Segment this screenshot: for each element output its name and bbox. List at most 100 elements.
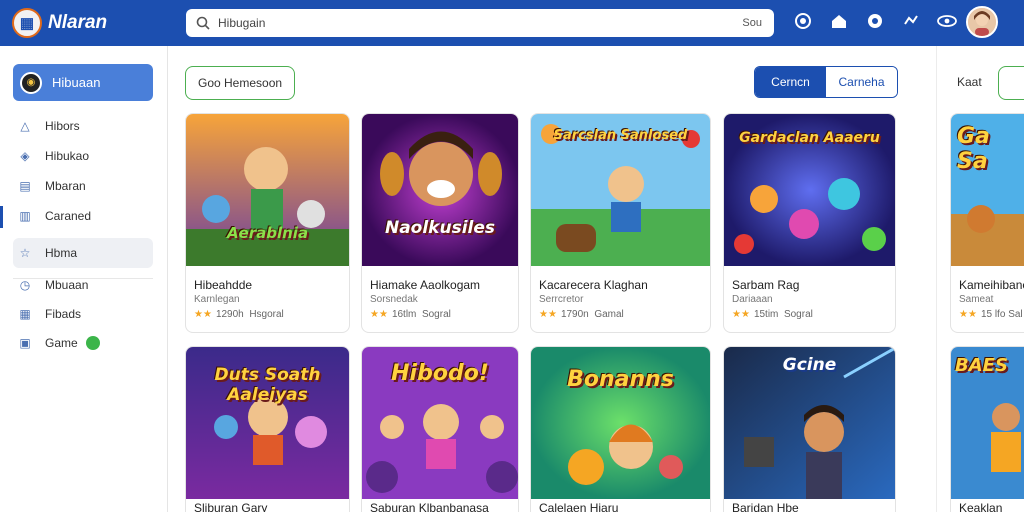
game-card[interactable]: Duts Soath Aaleiyas Sliburan Gary [185, 346, 350, 512]
game-status-icon [85, 336, 100, 350]
game-thumbnail: Sarcslan Sanlosed [531, 114, 710, 266]
card-subtitle: Sorsnedak [370, 294, 418, 305]
sidebar-item-4[interactable]: ▥ Caraned [13, 201, 153, 231]
sidebar-item-label: Hibukao [45, 149, 90, 163]
card-rating: 15 lfo [980, 309, 1006, 320]
card-category: Sal [1008, 309, 1023, 320]
game-thumbnail: Hibodo! [362, 347, 518, 499]
card-rating: 1290h [215, 309, 244, 320]
game-card[interactable]: Bonanns Calelaen Hiaru [530, 346, 711, 512]
right-filter-chip[interactable] [998, 66, 1024, 100]
game-card[interactable]: Hibodo! Saburan Klbanbanasa [361, 346, 519, 512]
game-card[interactable]: Gardaclan Aaaeru Sarbam Rag Dariaaan ★★ 1… [723, 113, 896, 333]
card-title: Sliburan Gary [194, 501, 268, 512]
sidebar-item-3[interactable]: ▤ Mbaran [13, 171, 153, 201]
game-thumbnail: Naolkusiles [362, 114, 518, 266]
gamepad-icon: ▣ [19, 336, 31, 350]
art-title: Gardaclan Aaaeru [739, 130, 880, 146]
sidebar-item-label: Hibuaan [52, 75, 101, 90]
card-subtitle: Serrcretor [539, 294, 584, 305]
search-bar: Sou [186, 9, 774, 37]
book-icon: ▥ [19, 209, 31, 223]
card-category: Sogral [783, 309, 813, 320]
toggle-left[interactable]: Cerncn [755, 67, 826, 97]
sidebar-item-7[interactable]: ▦ Fibads [13, 299, 153, 329]
sidebar-item-1[interactable]: △ Hibors [13, 111, 153, 141]
art-title: Ga Sa [957, 124, 990, 174]
card-title: Calelaen Hiaru [539, 501, 619, 512]
grid-icon: ▦ [19, 307, 31, 321]
sidebar-item-5[interactable]: ☆ Hbma [13, 238, 153, 268]
art-title: Aerablnia [226, 224, 309, 242]
card-title: Hiamake Aaolkogam [370, 278, 481, 292]
art-title: Naolkusiles [384, 218, 496, 238]
user-avatar[interactable] [966, 6, 998, 38]
game-thumbnail: Bonanns [531, 347, 710, 499]
game-thumbnail: BAES [951, 347, 1024, 499]
triangle-icon: △ [20, 119, 30, 133]
search-input[interactable] [218, 16, 718, 30]
top-bar: ▦ Nlaran Sou [0, 0, 1024, 46]
game-card[interactable]: Aerablnia Hibeahdde Karnlegan ★★ 1290h Hs… [185, 113, 350, 333]
eye-icon[interactable] [934, 8, 960, 34]
card-rating: 15tim [753, 309, 779, 320]
logo-text: Nlaran [48, 12, 108, 33]
sidebar-item-2[interactable]: ◈ Hibukao [13, 141, 153, 171]
card-meta: ★★ 15 lfo Sal [959, 309, 1023, 320]
art-title: Bonanns [567, 367, 674, 392]
home-icon[interactable] [826, 8, 852, 34]
sidebar: ◉ Hibuaan △ Hibors ◈ Hibukao ▤ Mbaran ▥ … [0, 46, 168, 512]
art-title: Sarcslan Sanlosed [553, 128, 688, 143]
card-meta: ★★ 1290h Hsgoral [194, 309, 284, 320]
game-thumbnail: Aerablnia [186, 114, 349, 266]
view-toggle: Cerncn Carneha [754, 66, 898, 98]
right-panel-label: Kaat [957, 75, 982, 89]
filter-chip[interactable]: Goo Hemesoon [185, 66, 296, 100]
card-title: Keaklan [959, 501, 1003, 512]
rating-stars-icon: ★★ [539, 309, 557, 320]
sidebar-item-label: Hbma [45, 246, 78, 260]
column-divider [936, 46, 937, 512]
card-title: Hibeahdde [194, 278, 253, 292]
toggle-right[interactable]: Carneha [826, 67, 897, 97]
game-thumbnail: Ga Sa [951, 114, 1024, 266]
settings-icon[interactable] [898, 8, 924, 34]
sidebar-item-label: Game [45, 336, 78, 350]
card-rating: 16tlm [391, 309, 417, 320]
game-card[interactable]: Gcine Baridan Hbe [723, 346, 896, 512]
card-subtitle: Karnlegan [194, 294, 240, 305]
card-category: Gamal [594, 309, 624, 320]
game-thumbnail: Gardaclan Aaaeru [724, 114, 895, 266]
card-title: Sarbam Rag [732, 278, 800, 292]
sidebar-item-home[interactable]: ◉ Hibuaan [13, 64, 153, 101]
game-card[interactable]: Sarcslan Sanlosed Kacarecera Klaghan Ser… [530, 113, 711, 333]
art-title: BAES [955, 355, 1008, 376]
card-subtitle: Sameat [959, 294, 994, 305]
card-title: Saburan Klbanbanasa [370, 501, 489, 512]
sidebar-item-label: Mbaran [45, 179, 86, 193]
clock-icon: ◷ [19, 278, 31, 292]
notifications-icon[interactable] [862, 8, 888, 34]
app-logo[interactable]: ▦ Nlaran [12, 8, 172, 38]
card-subtitle: Dariaaan [732, 294, 773, 305]
rating-stars-icon: ★★ [370, 309, 388, 320]
sidebar-item-8[interactable]: ▣ Game [13, 328, 153, 358]
search-icon [196, 16, 210, 30]
game-card[interactable]: Naolkusiles Hiamake Aaolkogam Sorsnedak … [361, 113, 519, 333]
game-thumbnail: Duts Soath Aaleiyas [186, 347, 349, 499]
rating-stars-icon: ★★ [732, 309, 750, 320]
card-title: Kameihibane [959, 278, 1024, 292]
rating-stars-icon: ★★ [959, 309, 977, 320]
card-meta: ★★ 15tim Sogral [732, 309, 813, 320]
record-icon[interactable] [790, 8, 816, 34]
sidebar-item-label: Caraned [45, 209, 92, 223]
game-card[interactable]: Ga Sa Kameihibane Sameat ★★ 15 lfo Sal [950, 113, 1024, 333]
search-button[interactable]: Sou [736, 13, 768, 33]
flag-icon: ▤ [19, 179, 31, 193]
game-card[interactable]: BAES Keaklan [950, 346, 1024, 512]
card-title: Baridan Hbe [732, 501, 799, 512]
sidebar-item-6[interactable]: ◷ Mbuaan [13, 270, 153, 300]
art-title: Hibodo! [391, 361, 489, 386]
card-category: Sogral [421, 309, 451, 320]
game-thumbnail: Gcine [724, 347, 895, 499]
